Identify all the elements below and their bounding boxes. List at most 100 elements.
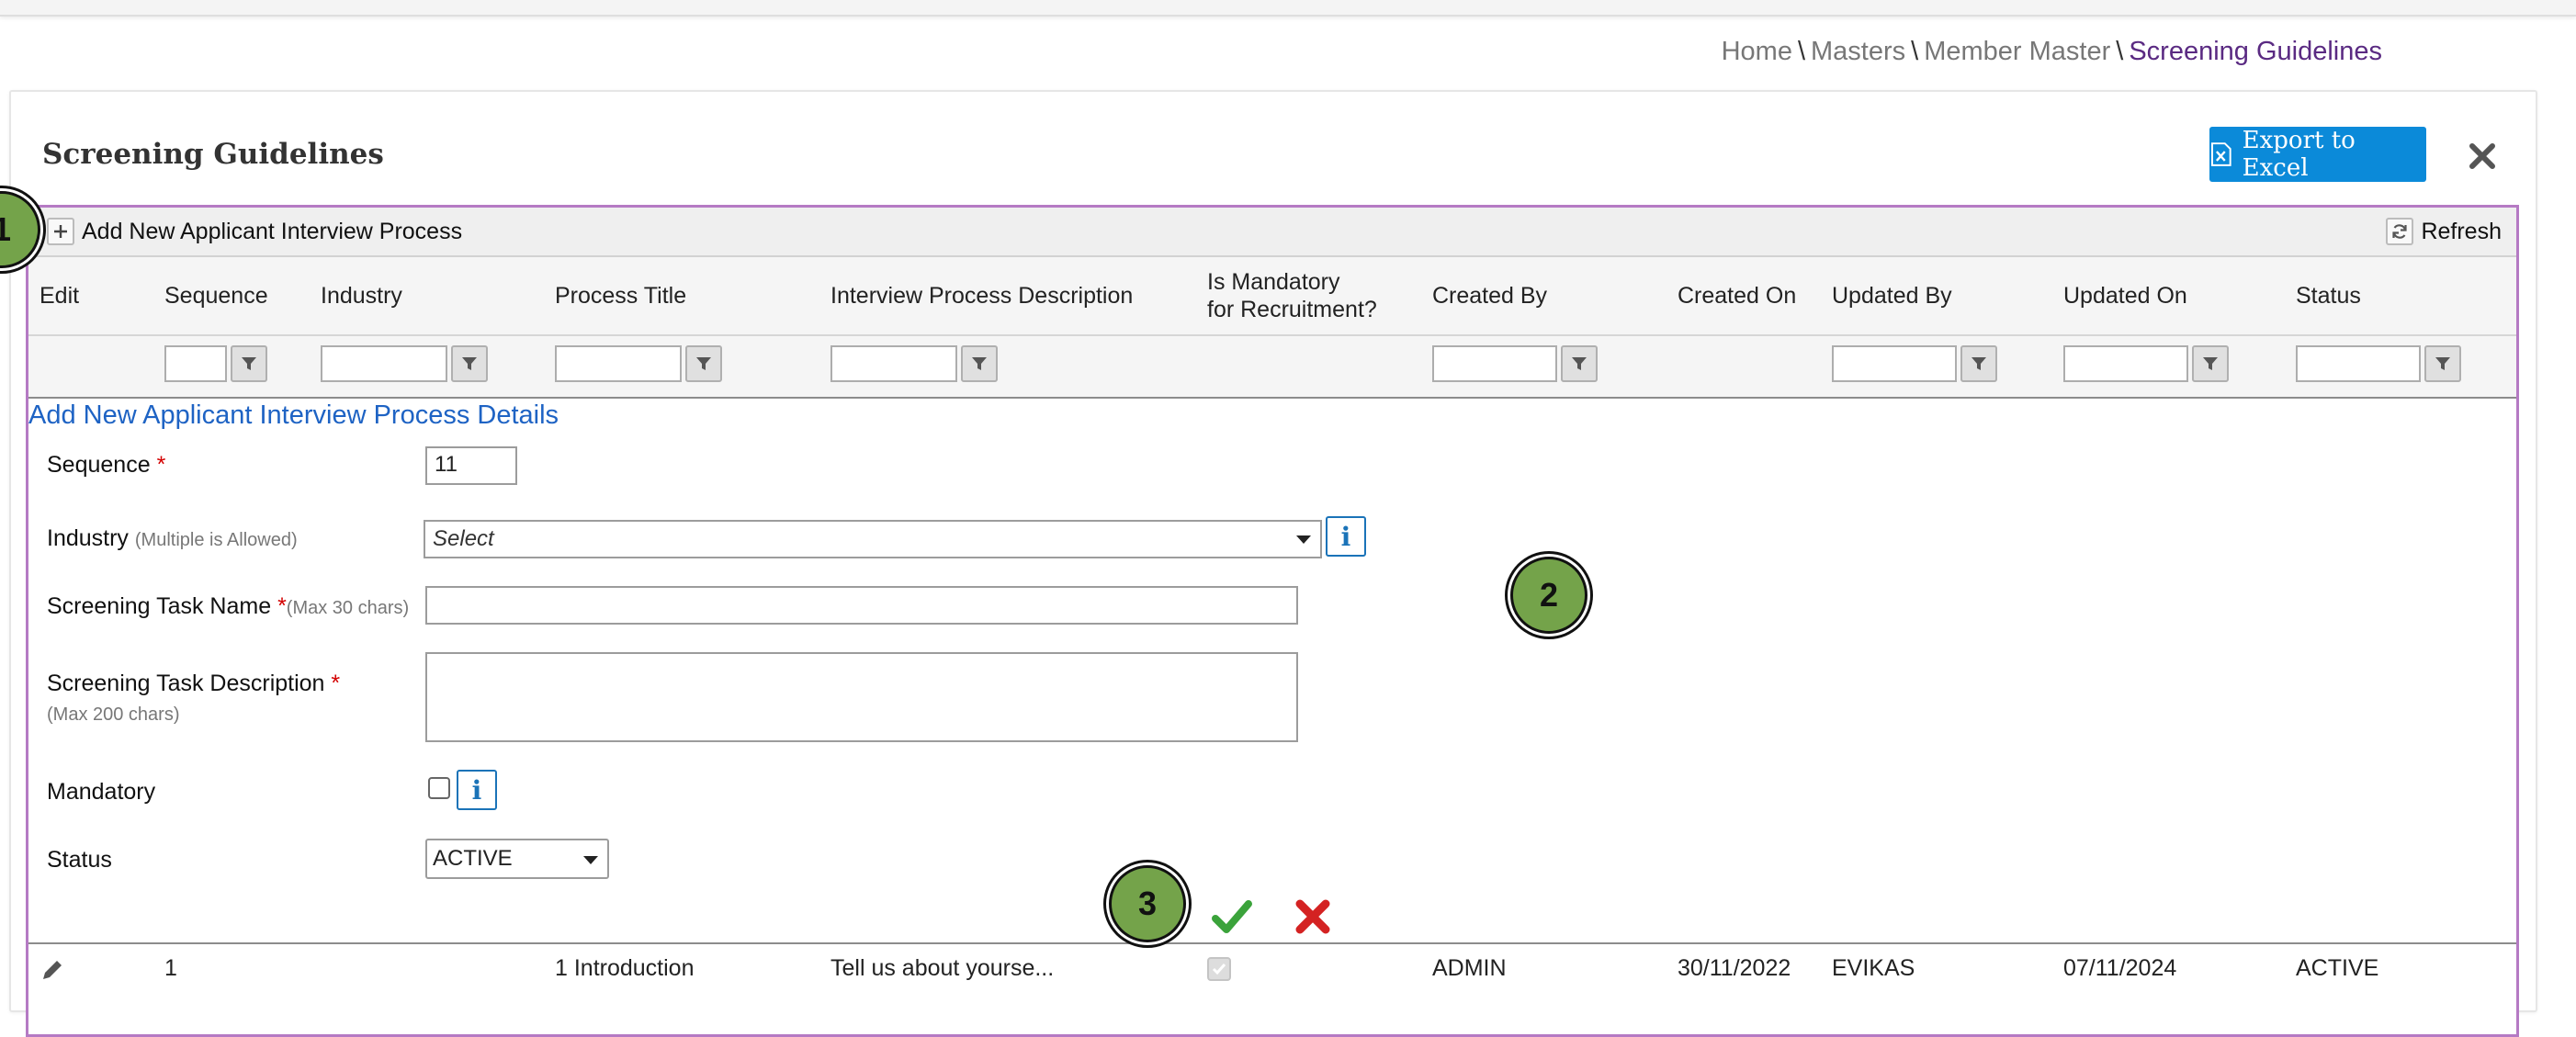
column-header-updated-by[interactable]: Updated By — [1832, 257, 1952, 334]
status-label: Status — [47, 847, 112, 873]
column-header-process-title[interactable]: Process Title — [555, 257, 686, 334]
refresh-label: Refresh — [2421, 218, 2502, 244]
column-header-industry[interactable]: Industry — [321, 257, 402, 334]
filter-updated-on-input[interactable] — [2063, 345, 2188, 382]
column-header-status[interactable]: Status — [2296, 257, 2361, 334]
filter-funnel-icon[interactable] — [2192, 345, 2229, 382]
filter-updated-on — [2063, 345, 2229, 382]
column-header-mandatory-line2: for Recruitment? — [1207, 297, 1377, 322]
industry-select-value: Select — [433, 526, 494, 551]
task-name-input[interactable] — [425, 586, 1298, 625]
column-header-sequence[interactable]: Sequence — [164, 257, 268, 334]
cell-mandatory-checkbox — [1207, 957, 1231, 981]
form-title: Add New Applicant Interview Process Deta… — [28, 400, 559, 430]
filter-funnel-icon[interactable] — [961, 345, 998, 382]
filter-funnel-icon[interactable] — [1561, 345, 1598, 382]
column-header-mandatory-line1: Is Mandatory — [1207, 269, 1340, 295]
filter-updated-by-input[interactable] — [1832, 345, 1957, 382]
plus-icon — [47, 218, 74, 245]
task-name-label: Screening Task Name *(Max 30 chars) — [47, 592, 409, 623]
filter-industry — [321, 345, 488, 382]
close-icon — [2469, 143, 2495, 169]
refresh-icon — [2386, 218, 2414, 245]
info-icon: i — [471, 774, 482, 806]
checkmark-icon — [1212, 964, 1226, 975]
required-mark: * — [156, 452, 166, 478]
breadcrumb-current: Screening Guidelines — [2129, 37, 2382, 66]
column-header-created-by[interactable]: Created By — [1432, 257, 1547, 334]
refresh-button[interactable]: Refresh — [2386, 218, 2502, 245]
cell-process-title: 1 Introduction — [555, 955, 695, 981]
filter-sequence — [164, 345, 267, 382]
breadcrumb-separator: \ — [1797, 37, 1806, 66]
filter-funnel-icon[interactable] — [1960, 345, 1997, 382]
cell-status: ACTIVE — [2296, 955, 2379, 981]
filter-funnel-icon[interactable] — [231, 345, 267, 382]
sequence-label-text: Sequence — [47, 452, 151, 478]
sequence-input[interactable]: 11 — [425, 446, 517, 485]
cell-created-on: 30/11/2022 — [1678, 955, 1791, 981]
sequence-label: Sequence * — [47, 450, 165, 479]
breadcrumb: Home \ Masters \ Member Master \ Screening Gui… — [1722, 37, 2382, 67]
task-name-hint: (Max 30 chars) — [286, 598, 410, 618]
task-name-label-text: Screening Task Name — [47, 593, 272, 619]
excel-file-icon — [2210, 142, 2231, 166]
export-label: Export to Excel — [2242, 127, 2356, 182]
filter-updated-by — [1832, 345, 1997, 382]
column-header-updated-on[interactable]: Updated On — [2063, 257, 2187, 334]
industry-label-text: Industry — [47, 525, 129, 551]
breadcrumb-separator: \ — [1911, 37, 1919, 66]
filter-description-input[interactable] — [830, 345, 957, 382]
filter-status — [2296, 345, 2461, 382]
mandatory-checkbox[interactable] — [428, 777, 450, 799]
filter-created-by-input[interactable] — [1432, 345, 1557, 382]
cell-updated-by: EVIKAS — [1832, 955, 1915, 981]
status-select-value: ACTIVE — [433, 846, 513, 871]
grid-header-row: Edit Sequence Industry Process Title Int… — [28, 257, 2516, 336]
industry-hint: (Multiple is Allowed) — [134, 530, 298, 550]
chevron-down-icon — [583, 856, 598, 864]
close-button[interactable] — [2464, 138, 2501, 175]
filter-description — [830, 345, 998, 382]
required-mark: * — [277, 593, 287, 619]
status-select[interactable]: ACTIVE — [425, 839, 609, 879]
column-header-description[interactable]: Interview Process Description — [830, 257, 1133, 334]
task-description-hint: (Max 200 chars) — [47, 704, 180, 725]
task-description-label: Screening Task Description * (Max 200 ch… — [47, 669, 340, 729]
filter-sequence-input[interactable] — [164, 345, 227, 382]
annotation-marker-3: 3 — [1109, 865, 1186, 942]
filter-funnel-icon[interactable] — [2424, 345, 2461, 382]
breadcrumb-member-master[interactable]: Member Master — [1924, 37, 2110, 66]
page-title: Screening Guidelines — [42, 138, 384, 171]
task-description-label-text: Screening Task Description — [47, 671, 325, 696]
mandatory-info-button[interactable]: i — [457, 770, 497, 810]
cell-sequence: 1 — [164, 955, 177, 981]
table-row[interactable]: 1 1 Introduction Tell us about yourse...… — [28, 942, 2516, 996]
industry-select[interactable]: Select — [424, 520, 1322, 558]
filter-funnel-icon[interactable] — [451, 345, 488, 382]
filter-process-title-input[interactable] — [555, 345, 682, 382]
chevron-down-icon — [1296, 535, 1311, 544]
x-mark-icon[interactable] — [1294, 898, 1331, 935]
pencil-icon[interactable] — [40, 957, 65, 983]
industry-info-button[interactable]: i — [1326, 516, 1366, 557]
filter-status-input[interactable] — [2296, 345, 2421, 382]
grid-filter-row — [28, 336, 2516, 399]
add-new-process-button[interactable]: Add New Applicant Interview Process — [47, 218, 462, 245]
breadcrumb-masters[interactable]: Masters — [1811, 37, 1905, 66]
top-bar — [0, 0, 2576, 17]
breadcrumb-separator: \ — [2116, 37, 2124, 66]
mandatory-label: Mandatory — [47, 779, 156, 805]
filter-industry-input[interactable] — [321, 345, 447, 382]
checkmark-icon[interactable] — [1212, 898, 1252, 935]
column-header-created-on[interactable]: Created On — [1678, 257, 1796, 334]
filter-funnel-icon[interactable] — [685, 345, 722, 382]
add-new-process-label: Add New Applicant Interview Process — [82, 218, 463, 244]
interview-process-grid: Add New Applicant Interview Process Refr… — [26, 205, 2519, 1037]
breadcrumb-home[interactable]: Home — [1722, 37, 1792, 66]
column-header-mandatory[interactable]: Is Mandatory for Recruitment? — [1207, 257, 1377, 334]
export-to-excel-button[interactable]: Export to Excel — [2209, 127, 2426, 182]
filter-process-title — [555, 345, 722, 382]
task-description-textarea[interactable] — [425, 652, 1298, 742]
required-mark: * — [331, 671, 341, 696]
